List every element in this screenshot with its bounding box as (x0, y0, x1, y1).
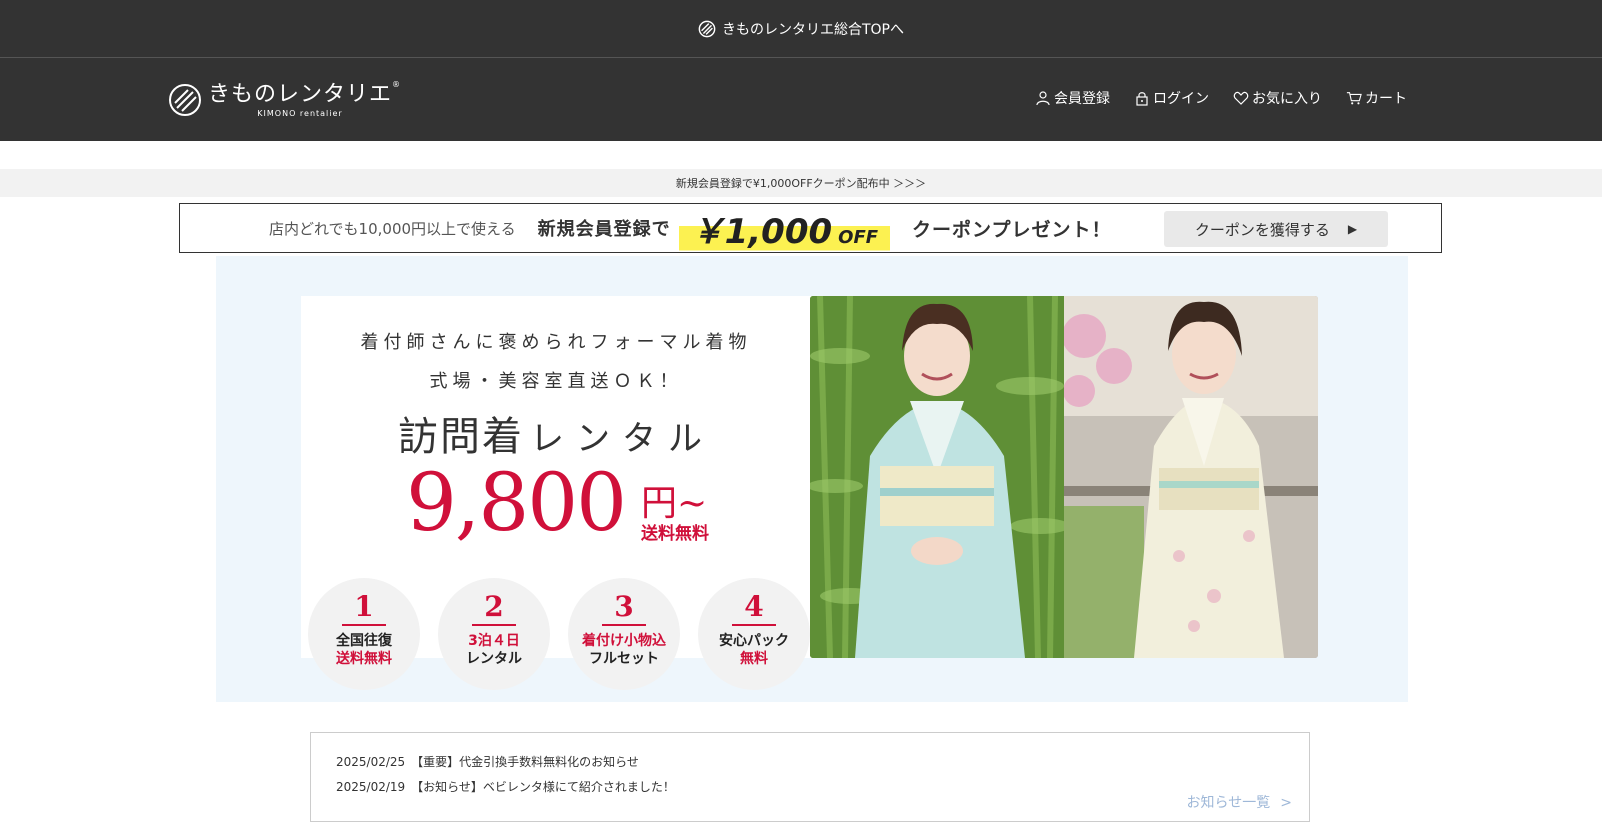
hero-title-sub: レンタル (530, 419, 714, 459)
feature-line-2: 送料無料 (336, 651, 392, 667)
feature-line-1: 3泊４日 (468, 633, 520, 649)
nav-cart[interactable]: カート (1346, 88, 1407, 108)
nav-login[interactable]: ログイン (1134, 88, 1209, 108)
hero-price: 9,800 (406, 456, 627, 549)
news-title[interactable]: 【重要】代金引換手数料無料化のお知らせ (411, 755, 639, 769)
coupon-amount: ￥1,000 OFF (678, 203, 891, 253)
brand-name: きものレンタリエ (208, 82, 393, 107)
news-item[interactable]: 2025/02/25 【重要】代金引換手数料無料化のお知らせ (336, 753, 639, 770)
feature-line-1: 安心パック (719, 633, 789, 649)
lock-icon (1136, 92, 1148, 106)
feature-number: 2 (472, 592, 516, 626)
coupon-banner[interactable]: 店内どれでも10,000円以上で使える 新規会員登録で ￥1,000 OFF クー… (179, 203, 1442, 253)
nav-register-label[interactable]: 会員登録 (1054, 88, 1110, 108)
nav-favorites[interactable]: お気に入り (1233, 88, 1322, 108)
top-link-label[interactable]: きものレンタリエ総合TOPへ (722, 19, 904, 39)
nav-login-label[interactable]: ログイン (1153, 88, 1209, 108)
top-link-bar[interactable]: きものレンタリエ総合TOPへ (0, 0, 1602, 58)
person-icon (1036, 91, 1050, 106)
brand-subname: KIMONO rentalier (257, 109, 343, 118)
nav-register[interactable]: 会員登録 (1035, 88, 1110, 108)
hero-title-main: 訪問着 (398, 414, 524, 460)
photo-illustration (810, 296, 1064, 658)
promo-strip-text[interactable]: 新規会員登録で¥1,000OFFクーポン配布中 ＞＞＞ (676, 175, 926, 191)
feature-item: 2 3泊４日 レンタル (438, 578, 550, 690)
cart-icon (1346, 92, 1362, 105)
nav-cart-label[interactable]: カート (1365, 88, 1407, 108)
news-list-label[interactable]: お知らせ一覧 (1187, 795, 1271, 811)
heart-icon (1233, 91, 1249, 105)
feature-list: 1 全国往復 送料無料 2 3泊４日 レンタル 3 着付け小物込 フルセット 4… (308, 578, 810, 690)
news-panel: 2025/02/25 【重要】代金引換手数料無料化のお知らせ 2025/02/19… (310, 732, 1310, 822)
feature-item: 3 着付け小物込 フルセット (568, 578, 680, 690)
news-list-link[interactable]: お知らせ一覧 > (1187, 792, 1292, 812)
photo-illustration (1064, 296, 1318, 658)
feature-item: 1 全国往復 送料無料 (308, 578, 420, 690)
news-date: 2025/02/25 (336, 755, 406, 769)
news-date: 2025/02/19 (336, 780, 406, 794)
play-arrow-icon: ▶ (1347, 222, 1358, 236)
site-header: きものレンタリエ KIMONO rentalier ® 会員登録 ログイン お気… (0, 58, 1602, 141)
feature-line-2: 無料 (740, 651, 768, 667)
chevron-right-icon: > (1280, 795, 1292, 811)
coupon-off-label: OFF (838, 226, 879, 248)
feature-line-1: 全国往復 (336, 633, 392, 649)
brand-mark-icon (698, 20, 716, 37)
feature-item: 4 安心パック 無料 (698, 578, 810, 690)
hero-tagline-2: 式場・美容室直送ＯＫ！ (429, 371, 683, 392)
hero-price-note: 送料無料 (641, 524, 709, 544)
coupon-present-text: クーポンプレゼント！ (912, 218, 1112, 241)
feature-line-2: フルセット (589, 651, 659, 667)
promo-strip[interactable]: 新規会員登録で¥1,000OFFクーポン配布中 ＞＞＞ (0, 169, 1602, 197)
brand-logo[interactable]: きものレンタリエ KIMONO rentalier ® (168, 80, 400, 118)
feature-line-1: 着付け小物込 (582, 633, 666, 649)
hero-title: 訪問着 レンタル (301, 404, 811, 462)
registered-mark: ® (392, 80, 400, 89)
nav-favorites-label[interactable]: お気に入り (1252, 88, 1322, 108)
hero-photo-cream-kimono (1064, 296, 1318, 658)
brand-logo-icon (169, 84, 201, 116)
feature-number: 4 (732, 592, 776, 626)
news-item[interactable]: 2025/02/19 【お知らせ】ベビレンタ様にて紹介されました！ (336, 778, 675, 795)
feature-line-2: レンタル (466, 651, 522, 667)
get-coupon-label: クーポンを獲得する (1194, 220, 1330, 239)
header-nav: 会員登録 ログイン お気に入り カート (1035, 88, 1407, 108)
news-title[interactable]: 【お知らせ】ベビレンタ様にて紹介されました！ (411, 780, 675, 794)
hero-photo-mint-kimono (810, 296, 1064, 658)
coupon-amount-value: ￥1,000 (690, 211, 833, 252)
hero-banner[interactable]: 着付師さんに褒められフォーマル着物 式場・美容室直送ＯＫ！ 訪問着 レンタル 9,… (216, 256, 1408, 702)
hero-tagline-1: 着付師さんに褒められフォーマル着物 (360, 332, 752, 353)
coupon-lead: 店内どれでも10,000円以上で使える (269, 219, 516, 238)
get-coupon-button[interactable]: クーポンを獲得する ▶ (1164, 211, 1388, 247)
feature-number: 3 (602, 592, 646, 626)
feature-number: 1 (342, 592, 386, 626)
coupon-main-text: 新規会員登録で (537, 219, 671, 240)
